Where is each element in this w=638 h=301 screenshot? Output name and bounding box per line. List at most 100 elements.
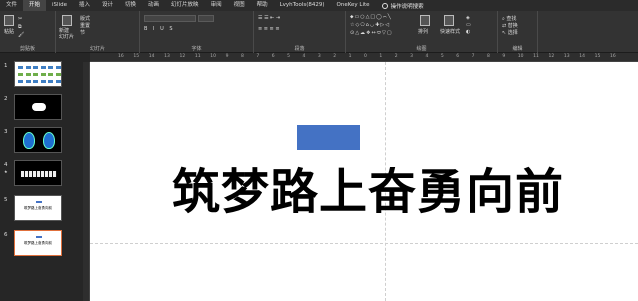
- slide-canvas[interactable]: 筑梦路上奋勇向前: [90, 62, 638, 301]
- horizontal-guide[interactable]: [90, 243, 638, 244]
- ruler-tick-label: 12: [179, 54, 186, 59]
- slide-thumbnail-2[interactable]: 2: [2, 94, 80, 120]
- font-group-label: 字体: [191, 46, 202, 52]
- menu-tab-2[interactable]: iSlide: [46, 0, 73, 11]
- quick-styles-icon[interactable]: [444, 15, 454, 26]
- tell-me-search[interactable]: 操作说明搜索: [391, 2, 424, 10]
- slide-number: 1: [4, 63, 8, 69]
- ruler-tick-label: 12: [548, 54, 555, 59]
- slide-thumbnails-panel[interactable]: 1 2 3 4 ★ 5 筑梦路上奋勇向前 6 筑梦路上奋勇向前: [0, 53, 83, 301]
- editing-group-label: 编辑: [512, 46, 523, 52]
- ruler-tick-label: 1: [348, 54, 352, 59]
- find-button[interactable]: ⌕ 查找: [502, 15, 516, 22]
- ruler-tick-label: 15: [133, 54, 140, 59]
- cut-icon[interactable]: ✂: [18, 16, 22, 22]
- ruler-tick-label: 16: [118, 54, 124, 59]
- arrange-button-label[interactable]: 排列: [418, 28, 428, 35]
- ruler-tick-label: 10: [210, 54, 216, 59]
- drawing-group-label: 绘图: [416, 46, 427, 52]
- menu-tab-3[interactable]: 插入: [73, 0, 96, 11]
- ruler-tick-label: 1: [379, 54, 383, 59]
- ruler-tick-label: 6: [456, 54, 460, 59]
- ruler-tick-label: 4: [425, 54, 429, 59]
- section-button[interactable]: 节: [80, 29, 85, 36]
- slide-thumbnail-5[interactable]: 5 筑梦路上奋勇向前: [2, 195, 80, 221]
- alien-head-icon: [43, 132, 55, 149]
- ruler-tick-label: 2: [333, 54, 337, 59]
- paste-icon[interactable]: [4, 15, 14, 26]
- ruler-tick-label: 3: [317, 54, 321, 59]
- select-button-label: 选择: [507, 30, 518, 36]
- paste-button-label[interactable]: 粘贴: [4, 28, 14, 35]
- select-button[interactable]: ↖ 选择: [502, 29, 518, 36]
- menu-tab-10[interactable]: 帮助: [251, 0, 274, 11]
- font-style-buttons[interactable]: B I U S: [144, 26, 175, 32]
- slide-thumbnail-1[interactable]: 1: [2, 61, 80, 87]
- cursor-icon: ↖: [502, 30, 507, 36]
- layout-button[interactable]: 版式: [80, 15, 90, 22]
- slide-thumbnail-3[interactable]: 3: [2, 127, 80, 153]
- ruler-tick-label: 9: [502, 54, 506, 59]
- slide-number: 5: [4, 197, 8, 203]
- menu-tab-0[interactable]: 文件: [0, 0, 23, 11]
- reset-button[interactable]: 重置: [80, 22, 90, 29]
- paragraph-group-label: 段落: [294, 46, 305, 52]
- font-size-select[interactable]: [198, 15, 214, 22]
- new-slide-icon[interactable]: [62, 15, 72, 26]
- replace-button[interactable]: ⇄ 替换: [502, 22, 518, 29]
- shape-outline-icon[interactable]: ▭: [466, 22, 471, 28]
- copy-icon[interactable]: ⧉: [18, 24, 22, 30]
- new-slide-button-label[interactable]: 新建 幻灯片: [59, 28, 74, 40]
- menu-tab-12[interactable]: OneKey Lite: [331, 0, 376, 11]
- arrange-icon[interactable]: [420, 15, 430, 26]
- menu-tab-9[interactable]: 视图: [228, 0, 251, 11]
- bullets-icon[interactable]: ☰ ☰ ⇤ ⇥: [258, 15, 280, 21]
- align-icon[interactable]: ≡ ≡ ≡ ≡: [258, 26, 280, 32]
- drawing-group: ⬥▭○△□◯⌒╲ ☆◇⬠⌂◡✚▷◁ ⊙△☁❖↔⬭▽▢ 排列 快速样式 ◈ ▭ ◐…: [346, 11, 498, 53]
- slide-thumbnail-6[interactable]: 6 筑梦路上奋勇向前: [2, 230, 80, 256]
- shapes-gallery-icon-row3[interactable]: ⊙△☁❖↔⬭▽▢: [350, 30, 393, 36]
- menu-tab-4[interactable]: 设计: [96, 0, 119, 11]
- shapes-gallery-icon[interactable]: ⬥▭○△□◯⌒╲: [350, 14, 392, 20]
- font-family-select[interactable]: [144, 15, 196, 22]
- shapes-gallery-icon-row2[interactable]: ☆◇⬠⌂◡✚▷◁: [350, 22, 390, 28]
- menu-tab-11[interactable]: LvyhTools(8429): [274, 0, 331, 11]
- vertical-ruler: [83, 62, 90, 301]
- slide-preview: [14, 127, 62, 153]
- ruler-tick-label: 0: [364, 54, 367, 59]
- ruler-tick-label: 14: [579, 54, 585, 59]
- ruler-tick-label: 16: [610, 54, 616, 59]
- slide-caption: 筑梦路上奋勇向前: [24, 241, 52, 245]
- ruler-tick-label: 2: [394, 54, 398, 59]
- menu-tab-5[interactable]: 切换: [119, 0, 142, 11]
- ruler-tick-label: 13: [164, 54, 170, 59]
- slide-number: 6: [4, 232, 8, 238]
- slide-preview: 筑梦路上奋勇向前: [14, 195, 62, 221]
- ruler-tick-label: 11: [194, 54, 201, 59]
- ruler-tick-label: 9: [225, 54, 229, 59]
- slide-title-text[interactable]: 筑梦路上奋勇向前: [172, 161, 582, 223]
- menu-tab-7[interactable]: 幻灯片放映: [165, 0, 205, 11]
- blue-rectangle-shape[interactable]: [297, 125, 360, 150]
- slide-caption: 筑梦路上奋勇向前: [24, 206, 52, 210]
- slide-thumbnail-4[interactable]: 4 ★: [2, 160, 80, 186]
- shape-effects-icon[interactable]: ◐: [466, 29, 470, 35]
- menu-tab-8[interactable]: 审阅: [205, 0, 228, 11]
- ruler-tick-label: 10: [517, 54, 524, 59]
- ruler-tick-label: 15: [594, 54, 601, 59]
- ruler-tick-label: 8: [241, 54, 244, 59]
- lightbulb-icon: [381, 2, 388, 9]
- format-painter-icon[interactable]: 🖌: [18, 32, 24, 38]
- ruler-tick-label: 5: [440, 54, 444, 59]
- menu-bar: 文件 开始 iSlide 插入 设计 切换 动画 幻灯片放映 审阅 视图 帮助 LvyhTools(8…: [0, 0, 638, 11]
- ruler-tick-label: 6: [271, 54, 275, 59]
- menu-tab-6[interactable]: 动画: [142, 0, 165, 11]
- animation-star-icon: ★: [4, 169, 8, 174]
- slide-preview: [14, 160, 62, 186]
- ruler-tick-label: 13: [563, 54, 570, 59]
- shape-fill-icon[interactable]: ◈: [466, 15, 470, 21]
- menu-tab-1[interactable]: 开始: [23, 0, 47, 11]
- slide-preview: [14, 94, 62, 120]
- quick-styles-button-label[interactable]: 快速样式: [440, 28, 460, 35]
- paragraph-group: ☰ ☰ ⇤ ⇥ ≡ ≡ ≡ ≡ 段落: [254, 11, 346, 53]
